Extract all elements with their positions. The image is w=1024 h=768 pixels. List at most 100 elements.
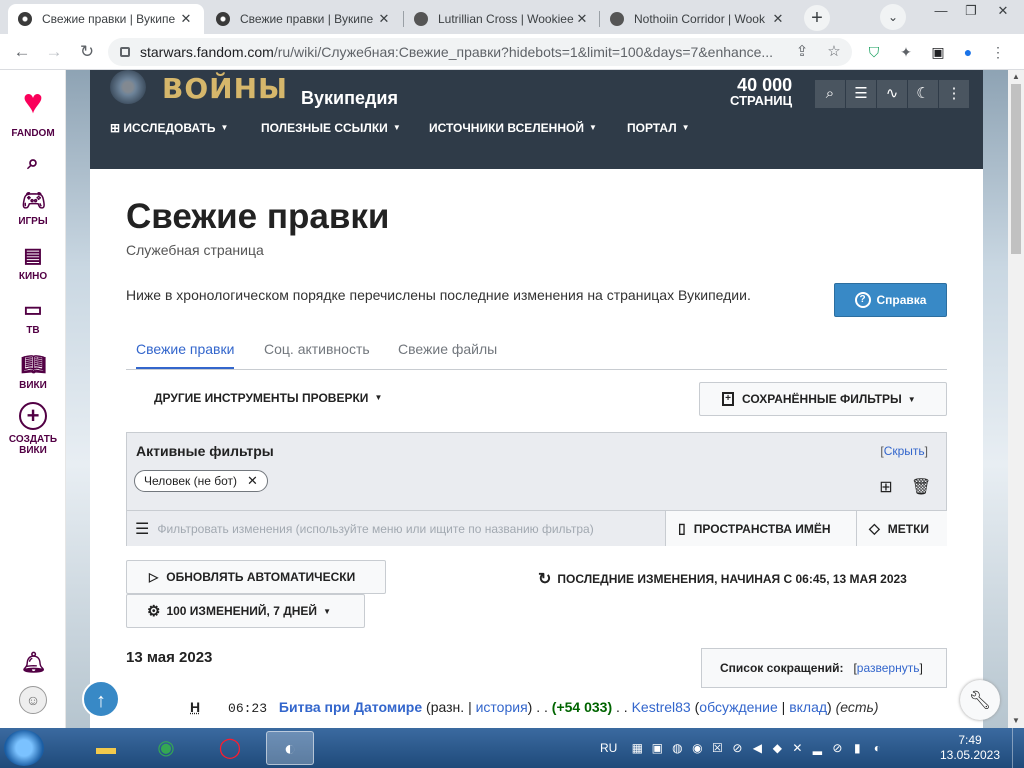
wiki-name[interactable]: Вукипедия	[301, 88, 398, 109]
profile-avatar-icon[interactable]: ●	[958, 42, 978, 62]
wiki-logo-emblem-icon[interactable]	[110, 70, 146, 104]
scroll-to-top-button[interactable]: ↑	[82, 680, 120, 718]
minimize-window-icon[interactable]: —	[926, 0, 956, 22]
tray-app-icon[interactable]: ⊘	[827, 741, 847, 755]
close-tab-icon[interactable]: ✕	[574, 11, 590, 27]
wiki-nav-sources[interactable]: ИСТОЧНИКИ ВСЕЛЕННОЙ ▼	[429, 121, 597, 135]
rail-item-create-wiki[interactable]: + СОЗДАТЬ ВИКИ	[0, 402, 66, 456]
activity-icon[interactable]: ∿	[877, 80, 907, 108]
rail-search[interactable]: ⌕	[0, 152, 66, 178]
rail-item-tv[interactable]: ▭ ТВ	[0, 299, 66, 336]
wiki-nav-useful-links[interactable]: ПОЛЕЗНЫЕ ССЫЛКИ ▼	[261, 121, 401, 135]
tray-app-icon[interactable]: ☒	[707, 741, 727, 755]
rail-item-games[interactable]: 🎮︎ ИГРЫ	[0, 190, 66, 227]
opera-icon[interactable]: ◯	[206, 731, 254, 765]
tags-button[interactable]: ◇ МЕТКИ	[856, 510, 947, 546]
user-avatar[interactable]: ☺	[0, 686, 66, 718]
restore-window-icon[interactable]: ❐	[956, 0, 986, 22]
language-indicator[interactable]: RU	[600, 741, 617, 755]
tray-app-icon[interactable]: ◉	[687, 741, 707, 755]
system-tray: RU ▦ ▣ ◍ ◉ ☒ ⊘ ◀ ◆ ✕ ▂ ⊘ ▮ ◐	[600, 728, 887, 768]
filter-search-input[interactable]: ☰ Фильтровать изменения (используйте мен…	[127, 510, 665, 546]
close-tab-icon[interactable]: ✕	[178, 11, 194, 27]
change-page-link[interactable]: Битва при Датомире	[279, 699, 422, 715]
scroll-up-arrow-icon[interactable]: ▲	[1008, 70, 1024, 84]
network-icon[interactable]: ▂	[807, 741, 827, 755]
save-filter-icon[interactable]: ⊞	[876, 477, 896, 497]
new-tab-button[interactable]: +	[804, 5, 830, 31]
browser-tab[interactable]: Свежие правки | Вукипе ✕	[8, 4, 204, 34]
share-icon[interactable]: ⇪	[790, 40, 814, 64]
clock[interactable]: 7:49 13.05.2023	[935, 733, 1005, 763]
wiki-tools-menu-icon[interactable]: ⋮	[939, 80, 969, 108]
browser-tab[interactable]: Lutrillian Cross | Wookiee ✕	[404, 4, 600, 34]
tray-app-icon[interactable]: ▦	[627, 741, 647, 755]
bookmark-star-icon[interactable]: ☆	[822, 40, 846, 64]
filter-chip[interactable]: Человек (не бот) ✕	[134, 470, 268, 492]
hide-filters-link[interactable]: Скрыть	[884, 444, 925, 458]
user-talk-link[interactable]: обсуждение	[699, 699, 777, 715]
legend-expand-link[interactable]: развернуть	[857, 661, 920, 675]
user-contribs-link[interactable]: вклад	[789, 699, 827, 715]
notifications-button[interactable]: 🔔︎	[0, 652, 66, 678]
show-new-changes-link[interactable]: ↻ ПОСЛЕДНИЕ ИЗМЕНЕНИЯ, НАЧИНАЯ С 06:45, …	[538, 569, 907, 589]
close-tab-icon[interactable]: ✕	[376, 11, 392, 27]
file-explorer-icon[interactable]: ▬	[82, 731, 130, 765]
other-tools-dropdown[interactable]: ДРУГИЕ ИНСТРУМЕНТЫ ПРОВЕРКИ ▼	[154, 391, 382, 405]
menu-icon[interactable]: ☰	[135, 519, 149, 539]
saved-filters-button[interactable]: + СОХРАНЁННЫЕ ФИЛЬТРЫ ▼	[699, 382, 947, 416]
scroll-down-arrow-icon[interactable]: ▼	[1008, 714, 1024, 728]
active-app-icon[interactable]: ◐	[266, 731, 314, 765]
browser-tab[interactable]: Свежие правки | Вукипе ✕	[206, 4, 402, 34]
volume-icon[interactable]: ◀	[747, 741, 767, 755]
dark-mode-icon[interactable]: ☾	[908, 80, 938, 108]
chrome-icon[interactable]: ◉	[142, 731, 190, 765]
tray-app-icon[interactable]: ✕	[787, 741, 807, 755]
tray-app-icon[interactable]: ▮	[847, 741, 867, 755]
forward-icon[interactable]: →	[42, 40, 66, 64]
fandom-home-link[interactable]: ♥ FANDOM	[0, 80, 66, 139]
tray-app-icon[interactable]: ◐	[867, 741, 887, 755]
browser-menu-icon[interactable]: ⋮	[988, 42, 1008, 62]
tab-social-activity[interactable]: Соц. активность	[264, 341, 370, 367]
wiki-search-icon[interactable]: ⌕	[815, 80, 845, 108]
page-scrollbar[interactable]: ▲ ▼	[1008, 70, 1024, 728]
tray-app-icon[interactable]: ◆	[767, 741, 787, 755]
namespaces-button[interactable]: ▯ ПРОСТРАНСТВА ИМЁН	[665, 510, 856, 546]
extension-shield-icon[interactable]: ⛉	[864, 42, 884, 62]
extensions-puzzle-icon[interactable]: ✦	[896, 42, 916, 62]
tab-recent-files[interactable]: Свежие файлы	[398, 341, 497, 367]
start-button[interactable]	[4, 730, 44, 766]
wiki-nav-explore[interactable]: ⊞ ИССЛЕДОВАТЬ ▼	[110, 121, 228, 135]
back-icon[interactable]: ←	[10, 40, 34, 64]
results-count-button[interactable]: ⚙ 100 ИЗМЕНЕНИЙ, 7 ДНЕЙ ▼	[126, 594, 365, 628]
tray-app-icon[interactable]: ⊘	[727, 741, 747, 755]
history-link[interactable]: история	[476, 699, 528, 715]
rail-label: ТВ	[26, 325, 40, 336]
change-row: Н 06:23 Битва при Датомире (разн. | исто…	[190, 699, 879, 716]
remove-filter-icon[interactable]: ✕	[247, 473, 258, 489]
close-tab-icon[interactable]: ✕	[770, 11, 786, 27]
browser-tab[interactable]: Nothoiin Corridor | Wook ✕	[600, 4, 796, 34]
tab-recent-changes[interactable]: Свежие правки	[136, 341, 235, 369]
help-button[interactable]: ? Справка	[834, 283, 947, 317]
user-link[interactable]: Kestrel83	[632, 699, 691, 715]
tray-app-icon[interactable]: ◍	[667, 741, 687, 755]
rail-item-movies[interactable]: ▤ КИНО	[0, 245, 66, 282]
address-bar[interactable]: starwars.fandom.com /ru/wiki/Служебная:С…	[108, 38, 852, 66]
wiki-nav-portal[interactable]: ПОРТАЛ ▼	[627, 121, 690, 135]
discussions-icon[interactable]: ☰	[846, 80, 876, 108]
since-label: ПОСЛЕДНИЕ ИЗМЕНЕНИЯ, НАЧИНАЯ С 06:45, 13…	[557, 572, 907, 586]
tray-app-icon[interactable]: ▣	[647, 741, 667, 755]
auto-update-button[interactable]: ▷ ОБНОВЛЯТЬ АВТОМАТИЧЕСКИ	[126, 560, 386, 594]
reload-icon[interactable]: ↻	[75, 40, 99, 64]
rail-item-wikis[interactable]: 📖︎ ВИКИ	[0, 354, 66, 391]
tab-search-icon[interactable]: ⌄	[880, 4, 906, 30]
trash-icon[interactable]: 🗑︎	[911, 477, 931, 497]
scrollbar-thumb[interactable]	[1011, 84, 1021, 254]
wrench-icon[interactable]: 🔧︎	[960, 680, 1000, 720]
wiki-logo[interactable]: ВОЙНЫ	[162, 72, 288, 105]
close-window-icon[interactable]: ✕	[988, 0, 1018, 22]
show-desktop-button[interactable]	[1012, 728, 1024, 768]
side-panel-icon[interactable]: ▣	[928, 42, 948, 62]
